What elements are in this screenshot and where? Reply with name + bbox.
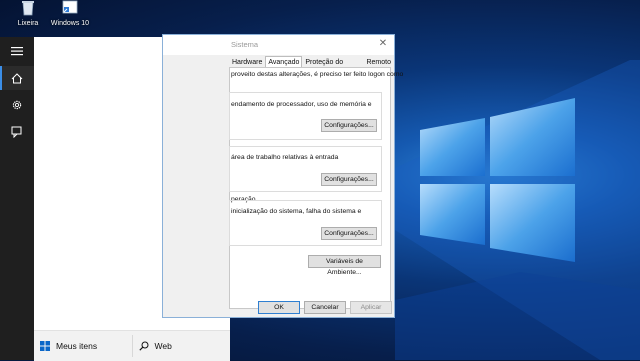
apply-button[interactable]: Aplicar <box>350 301 392 314</box>
home-icon <box>11 72 23 83</box>
web-button[interactable]: Web <box>133 331 231 361</box>
close-icon[interactable]: ✕ <box>377 38 389 50</box>
environment-variables-button[interactable]: Variáveis de Ambiente... <box>308 255 381 276</box>
search-icon <box>138 341 148 351</box>
tab-hardware[interactable]: Hardware <box>229 56 265 67</box>
tab-remoto[interactable]: Remoto <box>363 56 394 67</box>
startup-recovery-text: inicialização do sistema, falha do siste… <box>231 208 362 215</box>
recycle-bin-icon <box>22 1 34 16</box>
start-bottom-bar: Meus itens Web <box>34 330 230 361</box>
settings-button[interactable] <box>0 93 34 117</box>
system-properties-dialog: Sistema ✕ Hardware Avançado Proteção do … <box>162 34 403 318</box>
startup-recovery-settings-button[interactable]: Configurações... <box>321 227 377 240</box>
user-profiles-text: área de trabalho relativas à entrada <box>231 154 339 161</box>
desktop-icon-windows-10[interactable]: Windows 10 <box>42 0 98 27</box>
feedback-button[interactable] <box>0 120 34 144</box>
dialog-tabs: Hardware Avançado Proteção do Sistema Re… <box>229 56 394 77</box>
my-items-label: Meus itens <box>56 341 98 351</box>
web-label: Web <box>154 341 172 351</box>
intro-text: proveito destas alterações, é preciso te… <box>231 71 404 78</box>
user-profiles-settings-button[interactable]: Configurações... <box>321 173 377 186</box>
ok-button[interactable]: OK <box>258 301 300 314</box>
cancel-button[interactable]: Cancelar <box>304 301 346 314</box>
tab-avancado[interactable]: Avançado <box>265 56 303 67</box>
shortcut-icon <box>62 0 78 14</box>
dialog-title-bar[interactable]: Sistema ✕ <box>163 35 394 55</box>
feedback-icon <box>11 126 22 138</box>
my-items-button[interactable]: Meus itens <box>34 331 132 361</box>
home-button[interactable] <box>0 66 34 90</box>
desktop-icon-label: Windows 10 <box>50 20 90 27</box>
tab-protecao-do-sistema[interactable]: Proteção do Sistema <box>302 56 363 77</box>
hamburger-menu-button[interactable] <box>0 39 34 63</box>
hamburger-menu-icon <box>11 47 23 56</box>
start-rail <box>0 37 34 360</box>
dialog-title: Sistema <box>231 40 259 49</box>
performance-group <box>229 92 382 140</box>
performance-settings-button[interactable]: Configurações... <box>321 119 377 132</box>
gear-icon <box>12 100 22 110</box>
performance-text: endamento de processador, uso de memória… <box>231 101 372 108</box>
windows-icon <box>40 341 50 351</box>
